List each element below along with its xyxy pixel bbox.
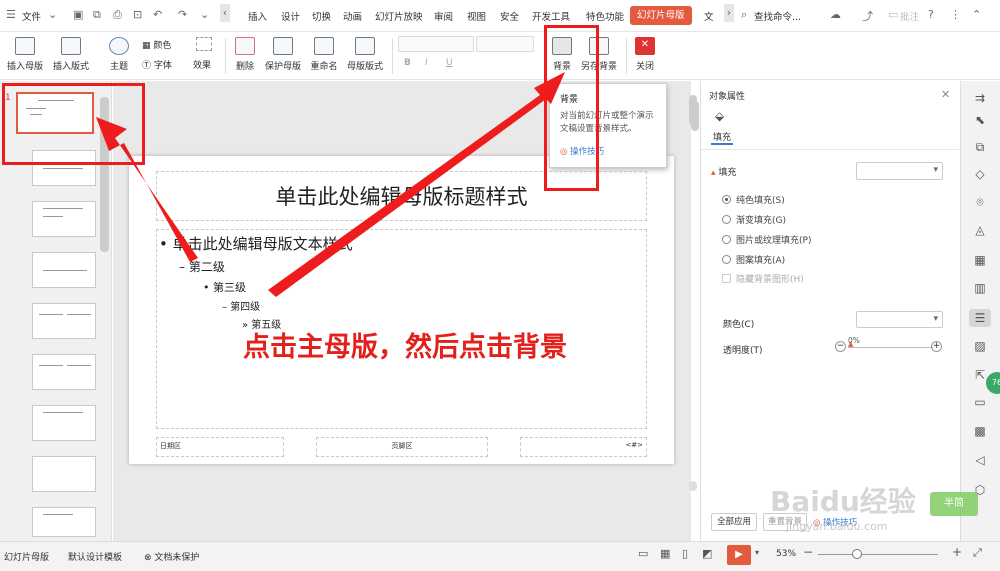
watermark-url: jingyan.baidu.com [786,520,888,533]
watermark-tag: 半简 [930,492,978,516]
arrow-to-master [96,117,198,262]
arrow-to-background [268,72,565,297]
watermark-logo: Baidu经验 [770,485,916,518]
annotation-text: 点击主母版，然后点击背景 [243,332,567,363]
